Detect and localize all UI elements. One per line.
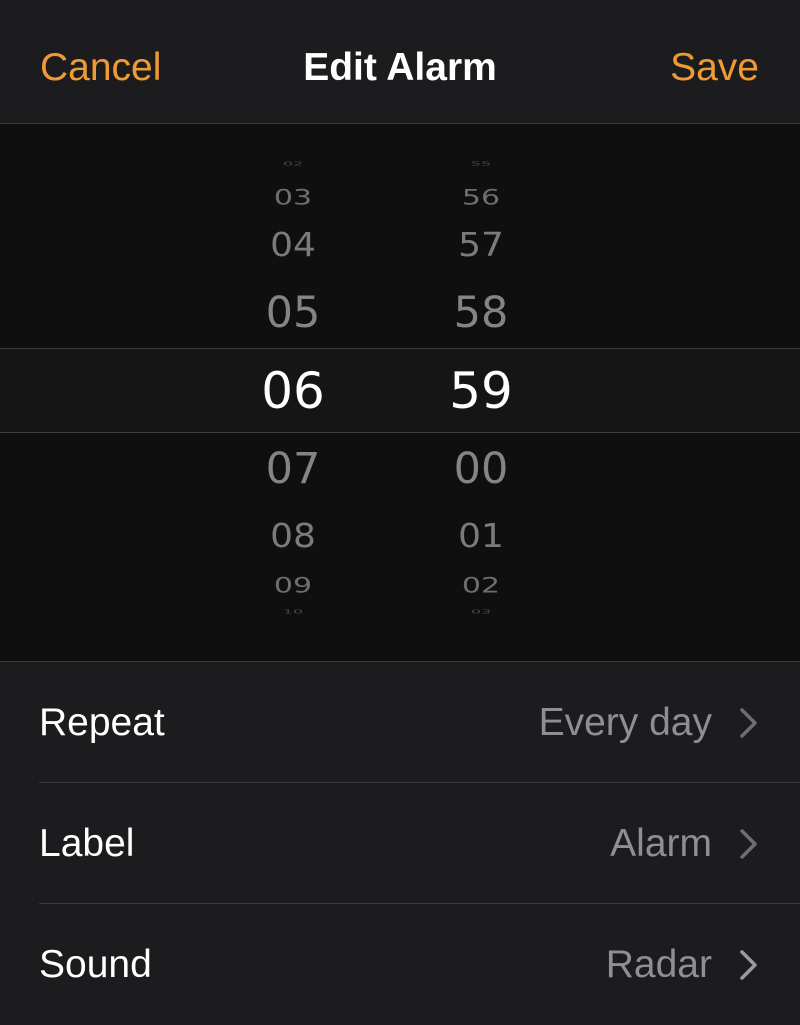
- hour-option-selected[interactable]: 06: [213, 363, 373, 419]
- minute-option[interactable]: 57: [401, 228, 561, 264]
- minute-wheel[interactable]: 55 56 57 58 59 00 01 02 03: [401, 124, 561, 661]
- chevron-right-icon: [740, 829, 757, 859]
- hour-option[interactable]: 08: [213, 519, 373, 555]
- minute-option[interactable]: 58: [401, 290, 561, 338]
- repeat-row[interactable]: Repeat Every day: [0, 662, 800, 783]
- hour-option[interactable]: 10: [213, 609, 373, 615]
- hour-option[interactable]: 03: [213, 185, 373, 209]
- sound-label: Sound: [39, 943, 152, 986]
- hour-option[interactable]: 07: [213, 446, 373, 494]
- save-button[interactable]: Save: [670, 44, 759, 92]
- repeat-label: Repeat: [39, 701, 165, 744]
- picker-selection-band: [0, 348, 800, 433]
- minute-option[interactable]: 03: [401, 609, 561, 615]
- label-row[interactable]: Label Alarm: [0, 783, 800, 904]
- label-value: Alarm: [610, 822, 712, 865]
- minute-option[interactable]: 02: [401, 573, 561, 597]
- minute-option-selected[interactable]: 59: [401, 363, 561, 419]
- hour-option[interactable]: 02: [213, 161, 373, 167]
- minute-option[interactable]: 56: [401, 185, 561, 209]
- minute-option[interactable]: 01: [401, 519, 561, 555]
- hour-option[interactable]: 09: [213, 573, 373, 597]
- hour-option[interactable]: 05: [213, 290, 373, 338]
- chevron-right-icon: [740, 950, 757, 980]
- label-label: Label: [39, 822, 135, 865]
- alarm-settings-list: Repeat Every day Label Alarm Sound Radar: [0, 662, 800, 1000]
- time-picker[interactable]: 02 03 04 05 06 07 08 09 10 55 56 57 58 5…: [0, 124, 800, 662]
- chevron-right-icon: [740, 708, 757, 738]
- hour-option[interactable]: 04: [213, 228, 373, 264]
- minute-option[interactable]: 00: [401, 446, 561, 494]
- repeat-value: Every day: [538, 701, 712, 744]
- sound-value: Radar: [605, 943, 712, 986]
- sound-row[interactable]: Sound Radar: [0, 904, 800, 1025]
- navigation-bar: Cancel Edit Alarm Save: [0, 0, 800, 124]
- minute-option[interactable]: 55: [401, 161, 561, 167]
- hour-wheel[interactable]: 02 03 04 05 06 07 08 09 10: [213, 124, 373, 661]
